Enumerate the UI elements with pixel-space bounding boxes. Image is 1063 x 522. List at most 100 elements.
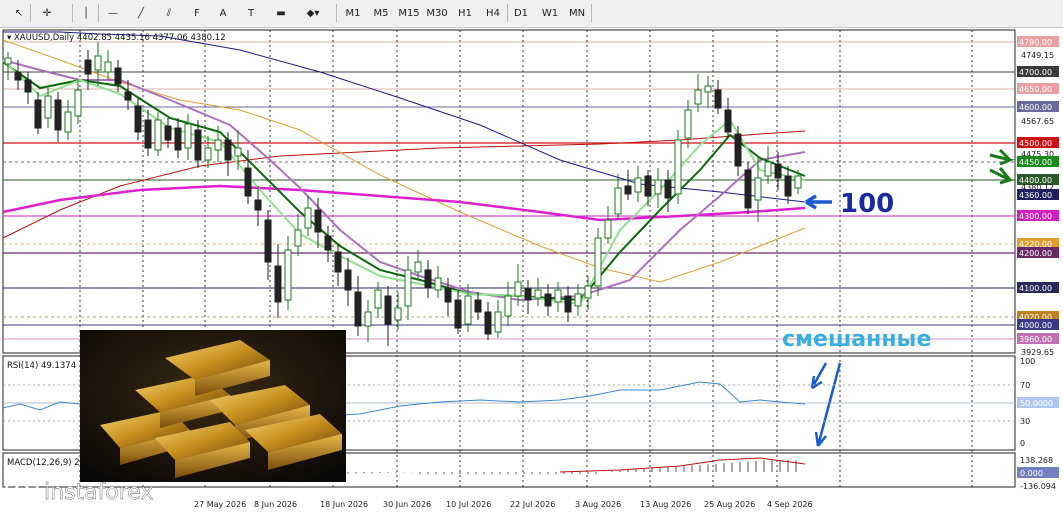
instaforex-logo: instaforex Instant Forex Trading (2, 472, 182, 516)
price-label: 4600.00 (1019, 103, 1052, 112)
candle-body (114, 67, 122, 85)
candle-body (584, 285, 592, 299)
trendline-icon[interactable]: ╱ (130, 3, 152, 23)
candle-body (324, 235, 332, 251)
logo-subtext: Instant Forex Trading (44, 504, 149, 515)
shapes-icon[interactable]: ◆▾ (302, 3, 324, 23)
candle-body (194, 129, 202, 161)
timeframe-w1[interactable]: W1 (536, 3, 564, 23)
candle-body (644, 175, 652, 197)
text-icon[interactable]: A (212, 3, 234, 23)
timeframe-mn[interactable]: MN (563, 3, 591, 23)
date-label: 25 Aug 2026 (704, 500, 755, 509)
timeframe-m15[interactable]: M15 (395, 3, 423, 23)
candle-body (44, 95, 52, 119)
cursor-icon[interactable]: ↖ (8, 3, 30, 23)
price-label: 4200.00 (1019, 249, 1052, 258)
rect-icon[interactable]: ▬ (270, 3, 292, 23)
candle-body (34, 99, 42, 129)
blue-arrow-left-icon (805, 194, 832, 210)
candle-body (214, 139, 222, 151)
candle-body (474, 299, 482, 313)
ma-magenta (2, 184, 806, 222)
annotation-100: 100 (840, 189, 894, 219)
candle-body (344, 269, 352, 291)
candle-body (54, 99, 62, 131)
toolbar-separator (98, 4, 99, 22)
candle-body (564, 295, 572, 313)
price-label: 4700.00 (1019, 68, 1052, 77)
macd-signal (559, 457, 806, 473)
date-label: 8 Jun 2026 (254, 500, 297, 509)
vertical-line-icon[interactable]: │ (75, 3, 97, 23)
toolbar-separator (336, 4, 337, 22)
toolbar-separator (30, 4, 31, 22)
candle-body (634, 177, 642, 193)
label-icon[interactable]: T (240, 3, 262, 23)
candle-body (654, 179, 662, 195)
toolbar: ↖ ✛ │ — ╱ ⫽ F A T ▬ ◆▾ M1 M5 M15 M30 H1 H4 D1 W1 MN (0, 0, 1063, 28)
candle-body (314, 209, 322, 233)
candle-body (784, 175, 792, 197)
timeframe-m1[interactable]: M1 (339, 3, 367, 23)
candle-body (754, 177, 762, 201)
fibo-icon[interactable]: F (186, 3, 208, 23)
price-label: 4300.00 (1019, 212, 1052, 221)
price-label: 4790.00 (1019, 38, 1052, 47)
toolbar-separator (72, 4, 73, 22)
candle-body (694, 89, 702, 105)
candle-body (434, 277, 442, 291)
horizontal-line-icon[interactable]: — (102, 3, 124, 23)
rsi-scale-label: 50.0000 (1020, 399, 1053, 408)
candle-body (444, 287, 452, 303)
candle-body (264, 219, 272, 263)
date-label: 27 May 2026 (194, 500, 246, 509)
candle-body (534, 289, 542, 299)
price-label: 4650.00 (1019, 85, 1052, 94)
gold-bars-image (80, 330, 346, 482)
crosshair-icon[interactable]: ✛ (36, 3, 58, 23)
rsi-scale-label: 0 (1020, 439, 1025, 448)
candle-body (294, 229, 302, 247)
blue-arrow-down-icon (810, 362, 828, 390)
channel-icon[interactable]: ⫽ (158, 3, 180, 23)
macd-scale-label: 0.000 (1020, 469, 1043, 478)
date-label: 30 Jun 2026 (383, 500, 431, 509)
timeframe-m5[interactable]: M5 (367, 3, 395, 23)
symbol-header: ▾ XAUUSD,Daily 4402.85 4435.16 4377.06 4… (7, 33, 226, 43)
candle-body (524, 287, 532, 301)
toolbar-separator (591, 4, 592, 22)
candle-body (184, 123, 192, 149)
candle-body (384, 295, 392, 325)
candle-body (154, 119, 162, 151)
macd-scale-label: 138.268 (1020, 456, 1053, 465)
macd-label: MACD(12,26,9) 21 (7, 458, 85, 468)
price-label: 3929.65 (1021, 348, 1054, 357)
candle-body (674, 139, 682, 195)
candle-body (774, 163, 782, 179)
candle-body (454, 299, 462, 329)
candle-body (744, 169, 752, 209)
green-arrow-icon (989, 167, 1015, 185)
price-label: 4000.00 (1019, 321, 1052, 330)
price-label: 4500.00 (1019, 139, 1052, 148)
candle-body (484, 311, 492, 335)
candle-body (4, 57, 12, 65)
candle-body (514, 281, 522, 297)
candle-body (304, 207, 312, 229)
candle-body (684, 109, 692, 139)
annotation-mixed: смешанные (782, 327, 931, 352)
candle-body (614, 187, 622, 215)
candle-body (464, 295, 472, 325)
candle-body (234, 147, 242, 157)
candle-body (574, 293, 582, 307)
candle-body (734, 133, 742, 167)
candle-body (124, 91, 132, 101)
timeframe-h1[interactable]: H1 (451, 3, 479, 23)
candle-body (224, 139, 232, 161)
timeframe-d1[interactable]: D1 (507, 3, 535, 23)
timeframe-h4[interactable]: H4 (479, 3, 507, 23)
price-label: 4567.65 (1021, 117, 1054, 126)
macd-scale-label: -136.094 (1020, 482, 1056, 491)
timeframe-m30[interactable]: M30 (423, 3, 451, 23)
